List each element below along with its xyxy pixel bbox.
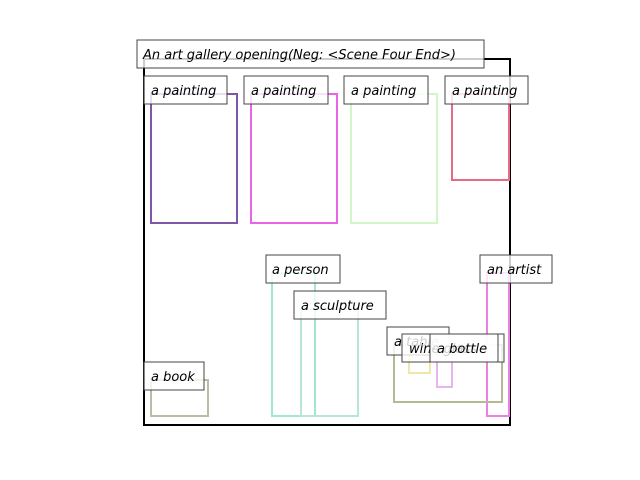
svg-text:a painting: a painting [452, 84, 517, 99]
painting-4-box [451, 93, 510, 181]
bottle-label: a bottle [429, 333, 499, 363]
scene-caption-text: An art gallery opening(Neg: <Scene Four … [142, 48, 456, 63]
svg-text:a painting: a painting [251, 84, 316, 99]
svg-text:a painting: a painting [351, 84, 416, 99]
painting-4-label: a painting [444, 75, 529, 105]
painting-3-box [350, 93, 438, 224]
painting-1-label: a painting [143, 75, 228, 105]
sculpture-label: a sculpture [293, 290, 387, 320]
painting-1-box [150, 93, 238, 224]
scene-caption: An art gallery opening(Neg: <Scene Four … [136, 39, 485, 69]
painting-2-box [250, 93, 338, 224]
sculpture-box [300, 308, 359, 417]
svg-text:a sculpture: a sculpture [301, 299, 374, 314]
painting-3-label: a painting [343, 75, 429, 105]
painting-2-label: a painting [243, 75, 329, 105]
svg-text:a painting: a painting [151, 84, 216, 99]
svg-text:a book: a book [151, 370, 195, 385]
artist-label: an artist [479, 254, 553, 284]
book-label: a book [143, 361, 205, 391]
layout-diagram: An art gallery opening(Neg: <Scene Four … [136, 39, 553, 426]
person-label: a person [265, 254, 341, 284]
svg-text:a bottle: a bottle [437, 342, 487, 357]
svg-text:a person: a person [272, 263, 329, 278]
svg-text:an artist: an artist [487, 263, 542, 278]
